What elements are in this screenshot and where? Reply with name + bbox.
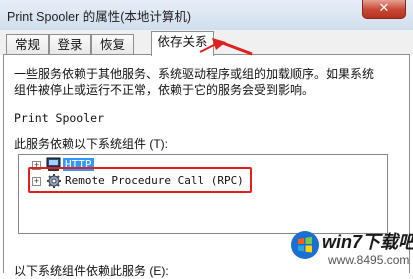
tab-recovery[interactable]: 恢复	[91, 34, 134, 55]
window-title: Print Spooler 的属性(本地计算机)	[7, 10, 192, 24]
description-line-1: 一些服务依赖于其他服务、系统驱动程序或组的加载顺序。如果系统	[14, 67, 375, 81]
tab-logon[interactable]: 登录	[49, 34, 91, 55]
watermark-url: www.8495.com	[328, 253, 410, 267]
watermark-brand: win7下载吧	[322, 232, 413, 252]
description-line-2: 组件被停止或运行不正常，依赖于它的服务会受到影响。	[14, 83, 315, 97]
depends-on-label: 此服务依赖以下系统组件 (T):	[14, 137, 168, 151]
tab-dependencies[interactable]: 依存关系	[151, 31, 214, 56]
dependencies-description: 一些服务依赖于其他服务、系统驱动程序或组的加载顺序。如果系统 组件被停止或运行不…	[14, 66, 409, 98]
close-button[interactable]: ✕	[362, 0, 406, 19]
service-name: Print Spooler	[14, 111, 105, 125]
site-watermark: win7下载吧 www.8495.com	[288, 226, 413, 273]
annotation-highlight-box	[28, 167, 252, 193]
title-bar: Print Spooler 的属性(本地计算机) ✕	[0, 0, 413, 30]
close-icon: ✕	[378, 0, 390, 15]
dependents-label: 以下系统组件依赖此服务 (E):	[14, 264, 169, 278]
dependency-tree[interactable]: + HTTP + Remote Procedure Call (RPC)	[18, 154, 388, 234]
tab-general[interactable]: 常规	[6, 34, 49, 55]
windows-logo-icon	[291, 231, 319, 259]
